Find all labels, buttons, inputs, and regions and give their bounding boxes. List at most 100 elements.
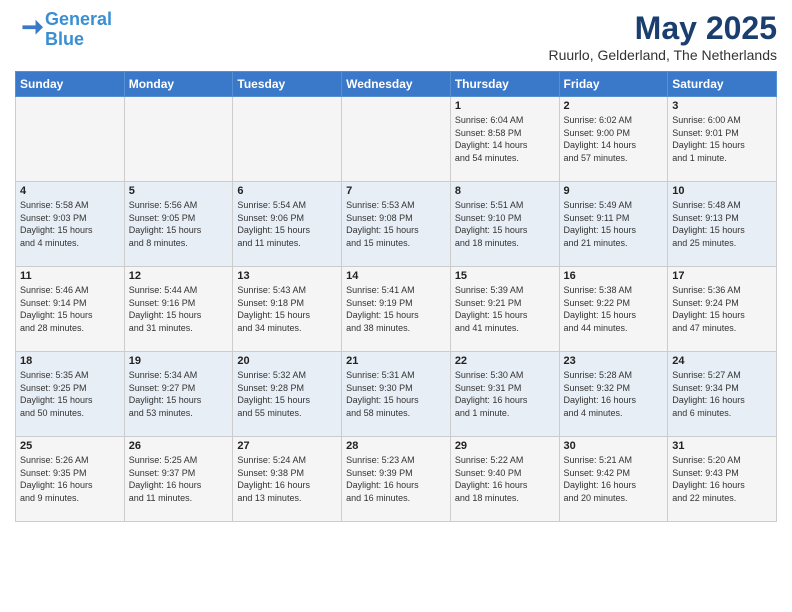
day-number: 30 — [564, 440, 664, 452]
day-info: Sunrise: 5:43 AMSunset: 9:18 PMDaylight:… — [237, 284, 337, 334]
day-info: Sunrise: 5:48 AMSunset: 9:13 PMDaylight:… — [672, 199, 772, 249]
day-number: 20 — [237, 355, 337, 367]
weekday-header-saturday: Saturday — [668, 72, 777, 97]
day-info: Sunrise: 5:31 AMSunset: 9:30 PMDaylight:… — [346, 369, 446, 419]
day-number: 9 — [564, 185, 664, 197]
weekday-header-monday: Monday — [124, 72, 233, 97]
calendar-cell: 26 Sunrise: 5:25 AMSunset: 9:37 PMDayligh… — [124, 437, 233, 522]
day-info: Sunrise: 5:20 AMSunset: 9:43 PMDaylight:… — [672, 454, 772, 504]
day-info: Sunrise: 6:00 AMSunset: 9:01 PMDaylight:… — [672, 114, 772, 164]
calendar-cell: 23 Sunrise: 5:28 AMSunset: 9:32 PMDayligh… — [559, 352, 668, 437]
day-number: 8 — [455, 185, 555, 197]
day-number: 18 — [20, 355, 120, 367]
calendar-cell: 15 Sunrise: 5:39 AMSunset: 9:21 PMDayligh… — [450, 267, 559, 352]
day-info: Sunrise: 5:39 AMSunset: 9:21 PMDaylight:… — [455, 284, 555, 334]
logo-line1: General — [45, 9, 112, 29]
weekday-header-thursday: Thursday — [450, 72, 559, 97]
day-number: 7 — [346, 185, 446, 197]
day-info: Sunrise: 5:21 AMSunset: 9:42 PMDaylight:… — [564, 454, 664, 504]
weekday-header-friday: Friday — [559, 72, 668, 97]
calendar-cell: 17Sunrise: 5:36 AMSunset: 9:24 PMDayligh… — [668, 267, 777, 352]
day-number: 17 — [672, 270, 772, 282]
day-number: 1 — [455, 100, 555, 112]
logo: General Blue — [15, 10, 112, 50]
day-number: 31 — [672, 440, 772, 452]
calendar-week-row: 1 Sunrise: 6:04 AMSunset: 8:58 PMDaylight… — [16, 97, 777, 182]
day-number: 21 — [346, 355, 446, 367]
page-header: General Blue May 2025 Ruurlo, Gelderland… — [15, 10, 777, 63]
day-info: Sunrise: 5:44 AMSunset: 9:16 PMDaylight:… — [129, 284, 229, 334]
day-info: Sunrise: 5:28 AMSunset: 9:32 PMDaylight:… — [564, 369, 664, 419]
day-info: Sunrise: 5:27 AMSunset: 9:34 PMDaylight:… — [672, 369, 772, 419]
weekday-header-sunday: Sunday — [16, 72, 125, 97]
calendar-cell — [342, 97, 451, 182]
weekday-header-wednesday: Wednesday — [342, 72, 451, 97]
day-number: 15 — [455, 270, 555, 282]
day-number: 5 — [129, 185, 229, 197]
calendar-cell: 22 Sunrise: 5:30 AMSunset: 9:31 PMDayligh… — [450, 352, 559, 437]
calendar-cell: 1 Sunrise: 6:04 AMSunset: 8:58 PMDaylight… — [450, 97, 559, 182]
calendar-cell: 29Sunrise: 5:22 AMSunset: 9:40 PMDayligh… — [450, 437, 559, 522]
day-info: Sunrise: 5:26 AMSunset: 9:35 PMDaylight:… — [20, 454, 120, 504]
day-number: 28 — [346, 440, 446, 452]
weekday-header-row: SundayMondayTuesdayWednesdayThursdayFrid… — [16, 72, 777, 97]
calendar-cell — [233, 97, 342, 182]
calendar-cell: 30 Sunrise: 5:21 AMSunset: 9:42 PMDayligh… — [559, 437, 668, 522]
day-info: Sunrise: 5:35 AMSunset: 9:25 PMDaylight:… — [20, 369, 120, 419]
calendar-cell: 28 Sunrise: 5:23 AMSunset: 9:39 PMDayligh… — [342, 437, 451, 522]
calendar-cell: 11Sunrise: 5:46 AMSunset: 9:14 PMDayligh… — [16, 267, 125, 352]
calendar-cell: 9Sunrise: 5:49 AMSunset: 9:11 PMDaylight… — [559, 182, 668, 267]
day-info: Sunrise: 5:54 AMSunset: 9:06 PMDaylight:… — [237, 199, 337, 249]
day-info: Sunrise: 5:30 AMSunset: 9:31 PMDaylight:… — [455, 369, 555, 419]
day-info: Sunrise: 5:56 AMSunset: 9:05 PMDaylight:… — [129, 199, 229, 249]
calendar-table: SundayMondayTuesdayWednesdayThursdayFrid… — [15, 71, 777, 522]
day-number: 11 — [20, 270, 120, 282]
calendar-cell: 12 Sunrise: 5:44 AMSunset: 9:16 PMDayligh… — [124, 267, 233, 352]
calendar-cell: 18 Sunrise: 5:35 AMSunset: 9:25 PMDayligh… — [16, 352, 125, 437]
day-number: 14 — [346, 270, 446, 282]
calendar-week-row: 4 Sunrise: 5:58 AMSunset: 9:03 PMDaylight… — [16, 182, 777, 267]
day-info: Sunrise: 6:04 AMSunset: 8:58 PMDaylight:… — [455, 114, 555, 164]
logo-text: General Blue — [45, 10, 112, 50]
day-number: 22 — [455, 355, 555, 367]
calendar-cell: 24 Sunrise: 5:27 AMSunset: 9:34 PMDayligh… — [668, 352, 777, 437]
logo-line2: Blue — [45, 29, 84, 49]
day-info: Sunrise: 5:51 AMSunset: 9:10 PMDaylight:… — [455, 199, 555, 249]
day-number: 29 — [455, 440, 555, 452]
day-number: 13 — [237, 270, 337, 282]
day-info: Sunrise: 5:34 AMSunset: 9:27 PMDaylight:… — [129, 369, 229, 419]
day-info: Sunrise: 5:41 AMSunset: 9:19 PMDaylight:… — [346, 284, 446, 334]
day-info: Sunrise: 5:23 AMSunset: 9:39 PMDaylight:… — [346, 454, 446, 504]
logo-icon — [15, 16, 43, 44]
calendar-cell: 31 Sunrise: 5:20 AMSunset: 9:43 PMDayligh… — [668, 437, 777, 522]
day-number: 6 — [237, 185, 337, 197]
day-number: 24 — [672, 355, 772, 367]
calendar-cell: 13 Sunrise: 5:43 AMSunset: 9:18 PMDayligh… — [233, 267, 342, 352]
day-info: Sunrise: 5:58 AMSunset: 9:03 PMDaylight:… — [20, 199, 120, 249]
calendar-week-row: 25 Sunrise: 5:26 AMSunset: 9:35 PMDayligh… — [16, 437, 777, 522]
day-number: 3 — [672, 100, 772, 112]
day-info: Sunrise: 5:38 AMSunset: 9:22 PMDaylight:… — [564, 284, 664, 334]
calendar-cell: 19Sunrise: 5:34 AMSunset: 9:27 PMDayligh… — [124, 352, 233, 437]
calendar-cell: 21 Sunrise: 5:31 AMSunset: 9:30 PMDayligh… — [342, 352, 451, 437]
day-number: 26 — [129, 440, 229, 452]
calendar-cell: 27Sunrise: 5:24 AMSunset: 9:38 PMDayligh… — [233, 437, 342, 522]
day-info: Sunrise: 5:24 AMSunset: 9:38 PMDaylight:… — [237, 454, 337, 504]
month-title: May 2025 — [548, 10, 777, 47]
calendar-cell: 2Sunrise: 6:02 AMSunset: 9:00 PMDaylight… — [559, 97, 668, 182]
day-number: 16 — [564, 270, 664, 282]
calendar-cell: 6 Sunrise: 5:54 AMSunset: 9:06 PMDaylight… — [233, 182, 342, 267]
day-number: 4 — [20, 185, 120, 197]
calendar-cell: 4 Sunrise: 5:58 AMSunset: 9:03 PMDaylight… — [16, 182, 125, 267]
day-number: 10 — [672, 185, 772, 197]
day-number: 12 — [129, 270, 229, 282]
day-info: Sunrise: 6:02 AMSunset: 9:00 PMDaylight:… — [564, 114, 664, 164]
day-number: 25 — [20, 440, 120, 452]
calendar-cell — [124, 97, 233, 182]
calendar-week-row: 11Sunrise: 5:46 AMSunset: 9:14 PMDayligh… — [16, 267, 777, 352]
calendar-cell: 20Sunrise: 5:32 AMSunset: 9:28 PMDayligh… — [233, 352, 342, 437]
day-number: 23 — [564, 355, 664, 367]
calendar-cell: 14 Sunrise: 5:41 AMSunset: 9:19 PMDayligh… — [342, 267, 451, 352]
day-info: Sunrise: 5:25 AMSunset: 9:37 PMDaylight:… — [129, 454, 229, 504]
day-info: Sunrise: 5:53 AMSunset: 9:08 PMDaylight:… — [346, 199, 446, 249]
